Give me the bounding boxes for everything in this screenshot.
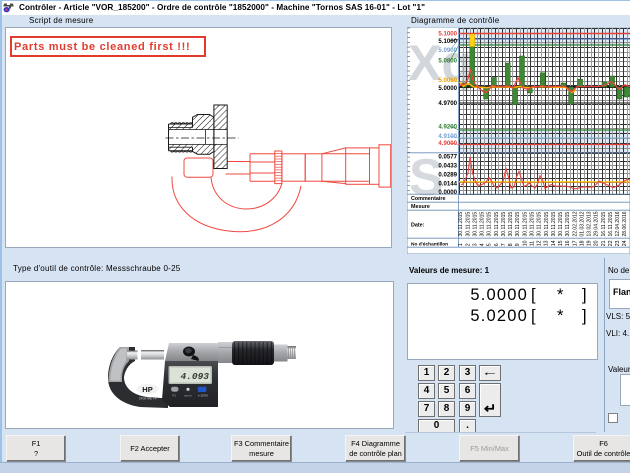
svg-text:30.11.2015: 30.11.2015 [501, 212, 507, 237]
svg-text:4: 4 [480, 243, 486, 246]
svg-text:1: 1 [458, 243, 464, 246]
svg-text:DIGI-MET®: DIGI-MET® [139, 397, 157, 401]
svg-text:14: 14 [551, 240, 557, 246]
svg-text:30.11.2015: 30.11.2015 [558, 212, 564, 237]
svg-text:16.11.2015: 16.11.2015 [608, 212, 614, 237]
svg-text:30.11.2015: 30.11.2015 [522, 212, 528, 237]
svg-text:21: 21 [601, 240, 607, 246]
svg-text:12.04.2016: 12.04.2016 [615, 211, 621, 236]
svg-text:24: 24 [622, 240, 628, 246]
svg-text:13.02.2013: 13.02.2013 [587, 211, 593, 236]
svg-text:18: 18 [579, 240, 585, 246]
svg-text:7: 7 [501, 243, 507, 246]
svg-text:30.11.2015: 30.11.2015 [465, 212, 471, 237]
svg-text:0.0144: 0.0144 [438, 180, 457, 187]
svg-text:30.11.2015: 30.11.2015 [480, 212, 486, 237]
svg-text:17: 17 [572, 240, 578, 246]
svg-text:29.04.2015: 29.04.2015 [594, 211, 600, 236]
svg-text:28.06.2016: 28.06.2016 [622, 211, 628, 236]
svg-text:4.9100: 4.9100 [438, 133, 457, 140]
svg-text:5.0000: 5.0000 [438, 85, 457, 92]
svg-text:Mesure: Mesure [411, 204, 430, 210]
svg-text:No d'échantillon: No d'échantillon [411, 241, 448, 247]
svg-text:30.11.2015: 30.11.2015 [565, 212, 571, 237]
svg-text:11: 11 [530, 241, 536, 246]
svg-text:4.093: 4.093 [180, 371, 209, 382]
svg-text:3: 3 [472, 243, 478, 246]
svg-text:20: 20 [594, 240, 600, 246]
svg-text:12: 12 [537, 240, 543, 246]
svg-text:30.11.2015: 30.11.2015 [494, 212, 500, 237]
svg-text:22: 22 [608, 240, 614, 246]
svg-text:5.0800: 5.0800 [438, 58, 457, 65]
svg-text:19: 19 [587, 240, 593, 246]
svg-text:5.1000: 5.1000 [438, 30, 457, 37]
svg-text:4.9200: 4.9200 [438, 123, 457, 130]
svg-text:22.02.2012: 22.02.2012 [572, 211, 578, 236]
svg-text:30.11.2015: 30.11.2015 [530, 212, 536, 237]
svg-text:4.9700: 4.9700 [438, 100, 457, 107]
svg-text:8: 8 [508, 243, 514, 246]
svg-text:30.11.2015: 30.11.2015 [458, 212, 464, 237]
svg-text:01.03.2012: 01.03.2012 [579, 211, 585, 236]
svg-text:Commentaire: Commentaire [411, 196, 445, 202]
svg-text:30.11.2015: 30.11.2015 [487, 212, 493, 237]
svg-text:30.11.2015: 30.11.2015 [537, 212, 543, 237]
svg-text:16.11.2015: 16.11.2015 [601, 212, 607, 237]
svg-text:30.11.2015: 30.11.2015 [515, 212, 521, 237]
svg-text:5: 5 [487, 243, 493, 246]
svg-text:2: 2 [465, 243, 471, 246]
svg-text:30.11.2015: 30.11.2015 [551, 212, 557, 237]
svg-text:23: 23 [615, 240, 621, 246]
svg-text:Date:: Date: [411, 223, 425, 229]
svg-text:15: 15 [558, 240, 564, 246]
svg-text:13: 13 [544, 240, 550, 246]
svg-text:0.0289: 0.0289 [438, 171, 457, 178]
svg-text:● ZERO: ● ZERO [198, 394, 209, 398]
svg-text:6: 6 [494, 243, 500, 246]
svg-text:5.0900: 5.0900 [438, 47, 457, 54]
svg-text:HP: HP [142, 385, 152, 394]
svg-text:0.0433: 0.0433 [438, 162, 457, 169]
svg-text:10: 10 [522, 240, 528, 246]
svg-text:30.11.2015: 30.11.2015 [508, 212, 514, 237]
svg-text:5.0050: 5.0050 [438, 77, 457, 84]
svg-text:30.11.2015: 30.11.2015 [544, 212, 550, 237]
svg-text:9: 9 [515, 243, 521, 246]
svg-text:P1: P1 [173, 394, 177, 398]
svg-text:16: 16 [565, 240, 571, 246]
svg-text:30.11.2015: 30.11.2015 [472, 212, 478, 237]
svg-text:mm in: mm in [184, 394, 192, 398]
svg-text:0.0577: 0.0577 [438, 153, 457, 160]
